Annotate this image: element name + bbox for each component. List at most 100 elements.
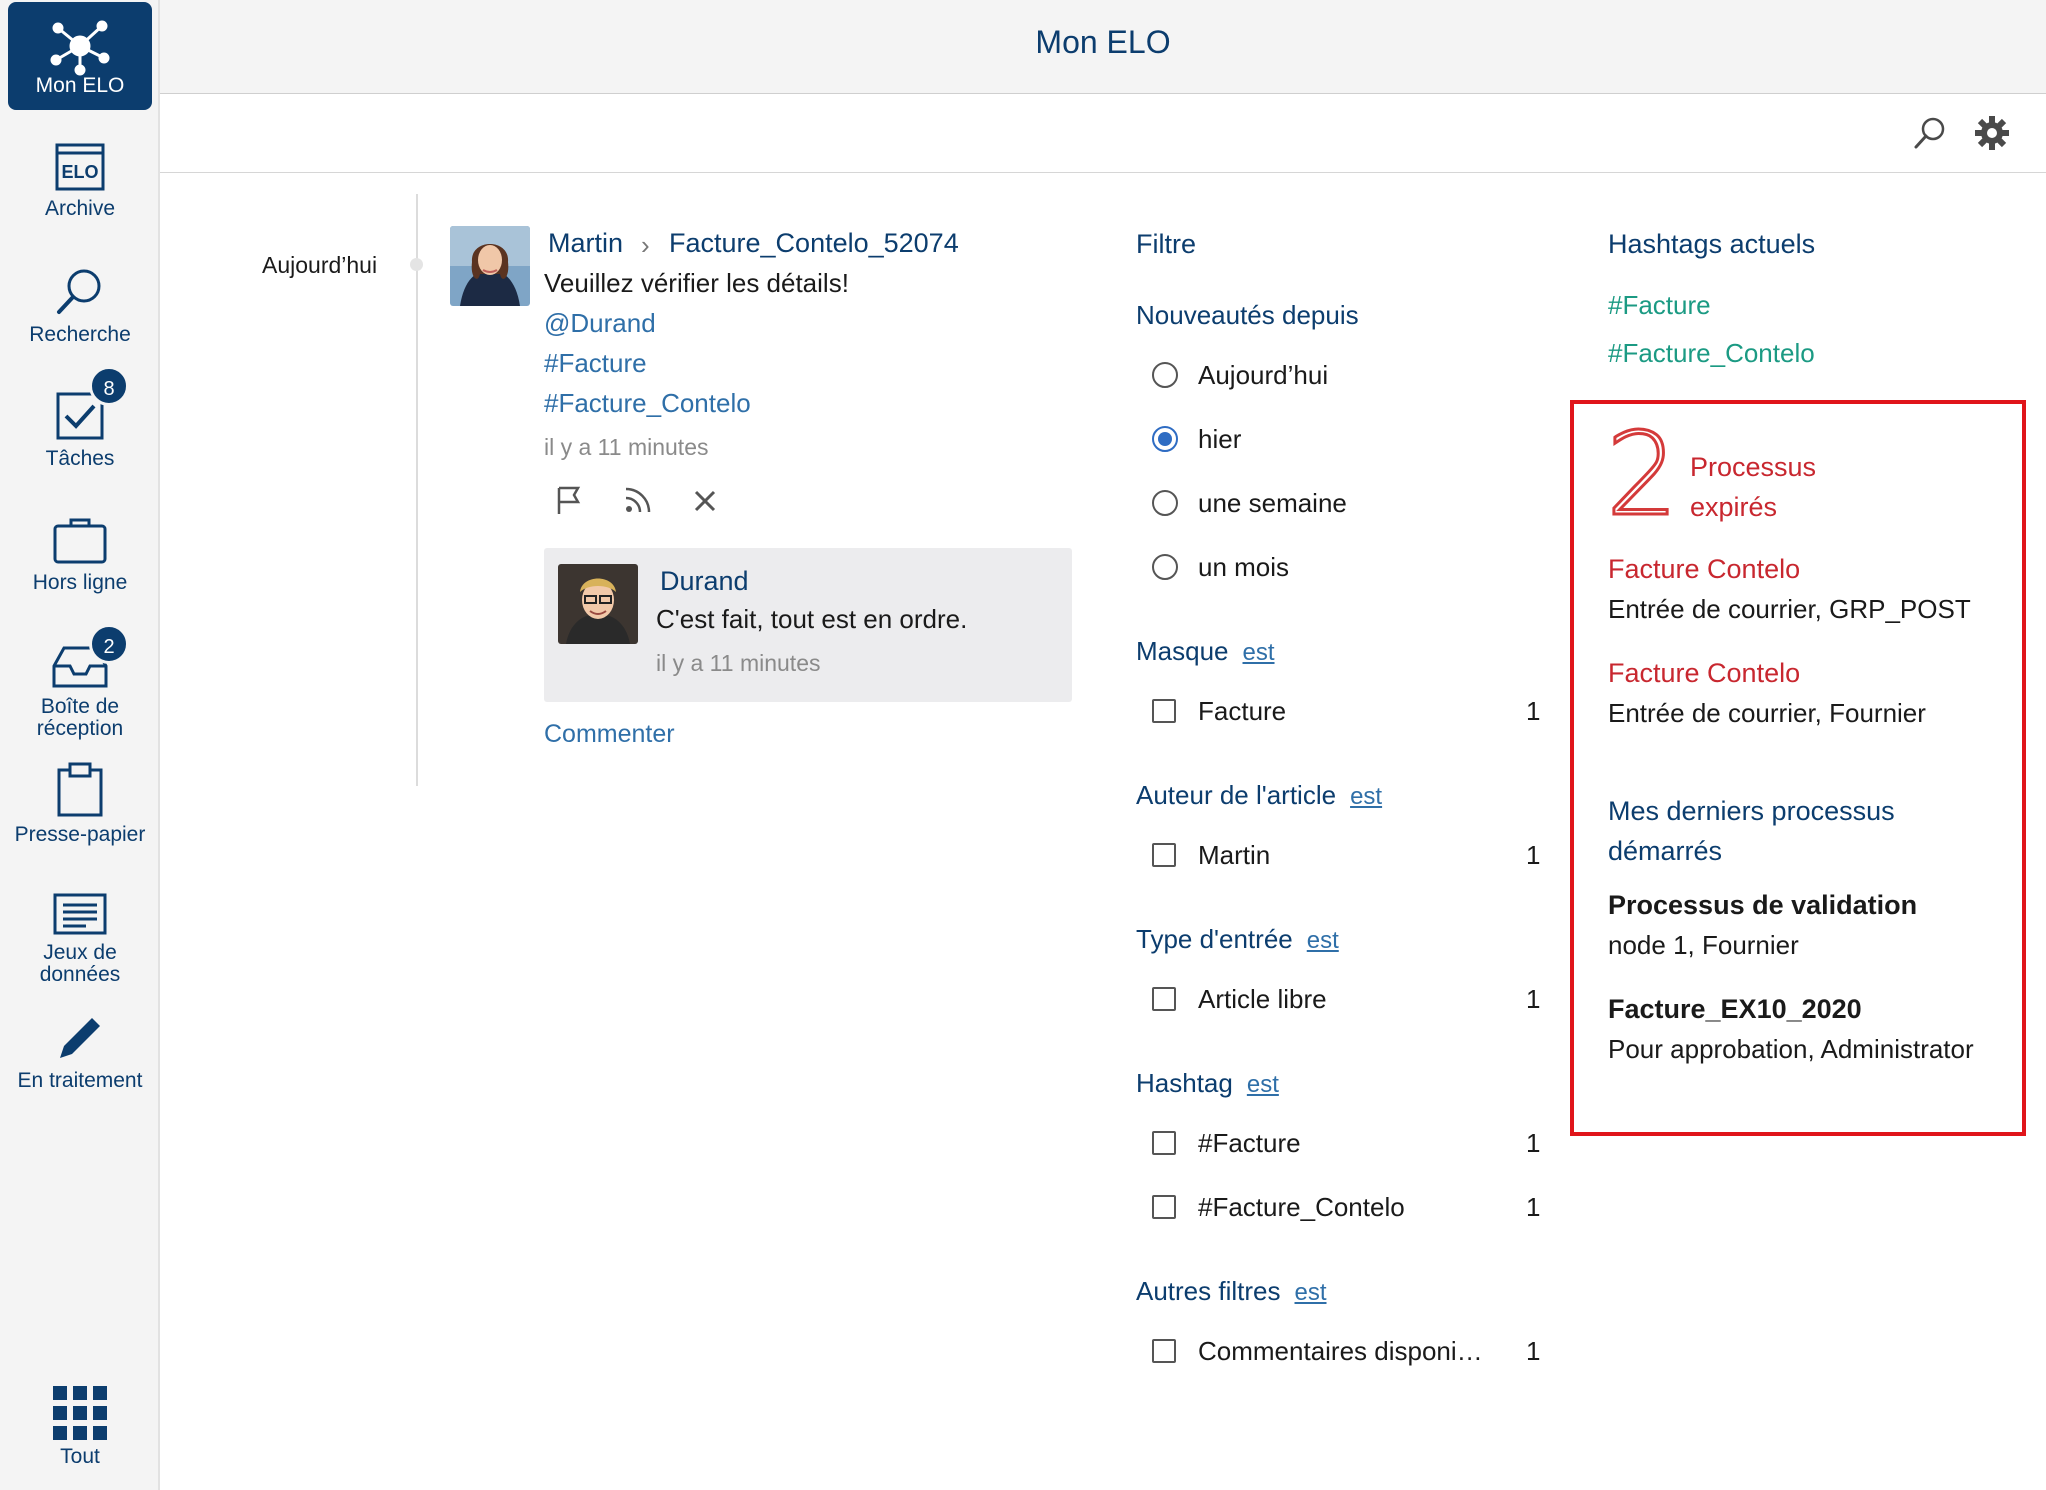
sidebar-item-label: Boîte de bbox=[40, 695, 120, 718]
sidebar-item-label: Archive bbox=[44, 197, 116, 220]
reply-author[interactable]: Durand bbox=[660, 566, 749, 597]
author-avatar[interactable] bbox=[450, 226, 530, 306]
filter-checkbox-item[interactable]: Martin bbox=[1152, 840, 1270, 871]
sidebar-item-label: Hors ligne bbox=[32, 571, 128, 594]
search-icon[interactable] bbox=[1912, 115, 1948, 151]
expired-process-title[interactable]: Facture Contelo bbox=[1608, 658, 1800, 689]
filter-group-title: Hashtag bbox=[1136, 1068, 1233, 1098]
radio-une-semaine[interactable]: une semaine bbox=[1152, 488, 1347, 519]
sidebar-item-label: En traitement bbox=[17, 1069, 143, 1092]
filter-checkbox-item[interactable]: #Facture_Contelo bbox=[1152, 1192, 1405, 1223]
filter-operator-link[interactable]: est bbox=[1243, 639, 1275, 666]
reply-timestamp: il y a 11 minutes bbox=[656, 650, 821, 676]
datasets-icon bbox=[53, 893, 107, 935]
post-hashtag[interactable]: #Facture bbox=[544, 348, 647, 379]
post-text: Veuillez vérifier les détails! bbox=[544, 268, 849, 298]
page-title: Mon ELO bbox=[1035, 24, 1171, 60]
close-icon[interactable] bbox=[690, 484, 720, 516]
gear-icon[interactable] bbox=[1974, 115, 2010, 151]
sidebar-item-en-traitement[interactable]: En traitement bbox=[0, 1012, 160, 1092]
filter-since-heading: Nouveautés depuis bbox=[1136, 300, 1359, 330]
filter-checkbox-item[interactable]: Facture bbox=[1152, 696, 1286, 727]
sidebar-item-taches[interactable]: Tâches 8 bbox=[0, 366, 160, 470]
post-author[interactable]: Martin bbox=[548, 228, 623, 259]
filter-group-title: Auteur de l'article bbox=[1136, 780, 1337, 810]
timeline-dot bbox=[410, 258, 423, 271]
radio-button[interactable] bbox=[1152, 554, 1178, 580]
current-hashtag[interactable]: #Facture_Contelo bbox=[1608, 338, 1815, 369]
radio-aujourdhui[interactable]: Aujourd’hui bbox=[1152, 360, 1328, 391]
current-hashtag[interactable]: #Facture bbox=[1608, 290, 1711, 321]
checkbox[interactable] bbox=[1152, 987, 1176, 1011]
sidebar-item-label: Tout bbox=[60, 1445, 100, 1468]
offline-icon bbox=[53, 518, 107, 564]
expired-process-title[interactable]: Facture Contelo bbox=[1608, 554, 1800, 585]
sidebar-item-label: Tâches bbox=[45, 447, 115, 470]
filter-checkbox-item[interactable]: Commentaires disponi… bbox=[1152, 1336, 1483, 1367]
started-processes-title: Mes derniers processus bbox=[1608, 796, 1895, 826]
hashtags-title: Hashtags actuels bbox=[1608, 229, 1816, 259]
sidebar-item-label: Jeux de bbox=[43, 941, 117, 964]
expired-count: 2 bbox=[1605, 408, 1681, 541]
checkbox[interactable] bbox=[1152, 699, 1176, 723]
checkbox[interactable] bbox=[1152, 843, 1176, 867]
sidebar-item-presse-papier[interactable]: Presse-papier bbox=[0, 762, 160, 846]
checkbox[interactable] bbox=[1152, 1195, 1176, 1219]
checkbox[interactable] bbox=[1152, 1131, 1176, 1155]
inbox-count-badge: 2 bbox=[89, 624, 129, 664]
radio-label: un mois bbox=[1198, 552, 1290, 582]
sidebar-item-boite-de-reception[interactable]: Boîte de réception 2 bbox=[0, 624, 160, 740]
filter-group-heading: Type d'entrée est bbox=[1136, 924, 1339, 955]
comment-link[interactable]: Commenter bbox=[544, 720, 675, 749]
tasks-count-badge: 8 bbox=[89, 366, 129, 406]
sidebar-item-hors-ligne[interactable]: Hors ligne bbox=[0, 516, 160, 594]
sidebar: Mon ELO ELO Archive Recherche Tâches 8 H… bbox=[0, 0, 160, 1490]
radio-button-selected[interactable] bbox=[1152, 426, 1178, 452]
post-timestamp: il y a 11 minutes bbox=[544, 434, 709, 460]
sidebar-item-jeux-de-donnees[interactable]: Jeux de données bbox=[0, 892, 160, 986]
started-process-detail: node 1, Fournier bbox=[1608, 930, 1799, 960]
filter-group-heading: Auteur de l'article est bbox=[1136, 780, 1382, 811]
checkbox[interactable] bbox=[1152, 1339, 1176, 1363]
filter-operator-link[interactable]: est bbox=[1307, 927, 1339, 954]
expired-label-line2: expirés bbox=[1690, 492, 1778, 522]
expired-process-detail: Entrée de courrier, GRP_POST bbox=[1608, 594, 1971, 624]
radio-label: Aujourd’hui bbox=[1198, 360, 1329, 390]
started-process-title[interactable]: Facture_EX10_2020 bbox=[1608, 994, 1862, 1025]
checkbox-label: Commentaires disponi… bbox=[1198, 1336, 1483, 1366]
filter-operator-link[interactable]: est bbox=[1295, 1279, 1327, 1306]
post-mention[interactable]: @Durand bbox=[544, 308, 656, 339]
filter-count: 1 bbox=[1526, 984, 1541, 1014]
timeline-line bbox=[416, 194, 418, 786]
radio-un-mois[interactable]: un mois bbox=[1152, 552, 1289, 583]
filter-title: Filtre bbox=[1136, 229, 1196, 259]
radio-button[interactable] bbox=[1152, 490, 1178, 516]
rss-icon[interactable] bbox=[622, 484, 652, 516]
chevron-right-icon: › bbox=[641, 230, 650, 260]
radio-hier[interactable]: hier bbox=[1152, 424, 1241, 455]
checkbox-label: Facture bbox=[1198, 696, 1287, 726]
radio-button[interactable] bbox=[1152, 362, 1178, 388]
network-icon bbox=[50, 20, 110, 76]
reply-avatar[interactable] bbox=[558, 564, 638, 644]
sidebar-item-archive[interactable]: ELO Archive bbox=[0, 142, 160, 220]
filter-group-title: Type d'entrée bbox=[1136, 924, 1293, 954]
started-processes-title-line2: démarrés bbox=[1608, 836, 1723, 866]
checkbox-label: #Facture_Contelo bbox=[1198, 1192, 1405, 1222]
flag-icon[interactable] bbox=[554, 484, 584, 516]
sidebar-item-tout[interactable]: Tout bbox=[0, 1386, 160, 1468]
sidebar-item-mon-elo[interactable]: Mon ELO bbox=[8, 2, 152, 110]
started-process-detail: Pour approbation, Administrator bbox=[1608, 1034, 1974, 1064]
filter-operator-link[interactable]: est bbox=[1350, 783, 1382, 810]
filter-group-title: Autres filtres bbox=[1136, 1276, 1281, 1306]
post-hashtag[interactable]: #Facture_Contelo bbox=[544, 388, 751, 419]
filter-checkbox-item[interactable]: Article libre bbox=[1152, 984, 1327, 1015]
post-document-link[interactable]: Facture_Contelo_52074 bbox=[669, 228, 959, 259]
radio-label: hier bbox=[1198, 424, 1242, 454]
filter-checkbox-item[interactable]: #Facture bbox=[1152, 1128, 1301, 1159]
sidebar-item-recherche[interactable]: Recherche bbox=[0, 266, 160, 346]
started-process-title[interactable]: Processus de validation bbox=[1608, 890, 1917, 921]
filter-group-heading: Masque est bbox=[1136, 636, 1275, 667]
search-icon bbox=[57, 269, 101, 314]
filter-operator-link[interactable]: est bbox=[1247, 1071, 1279, 1098]
